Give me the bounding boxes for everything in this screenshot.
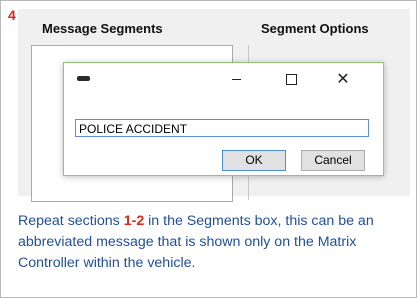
ok-button[interactable]: OK — [222, 150, 286, 171]
app-logo-icon — [77, 76, 90, 81]
dialog-titlebar[interactable]: ✕ — [64, 63, 383, 95]
maximize-icon — [285, 73, 297, 85]
segment-input-dialog: ✕ POLICE ACCIDENT OK Cancel — [63, 62, 384, 176]
minimize-icon — [231, 78, 241, 80]
segment-options-header: Segment Options — [261, 21, 369, 36]
segment-text-input[interactable]: POLICE ACCIDENT — [75, 119, 369, 137]
minimize-button[interactable] — [221, 69, 251, 89]
close-icon: ✕ — [336, 71, 350, 88]
close-button[interactable]: ✕ — [328, 69, 358, 89]
maximize-button[interactable] — [276, 69, 306, 89]
section-number-1: 1 — [123, 213, 132, 229]
app-screenshot: Message Segments Segment Options ✕ POLIC… — [18, 9, 410, 202]
cancel-button[interactable]: Cancel — [301, 150, 365, 171]
caption-text-start: Repeat sections — [18, 213, 124, 229]
message-segments-header: Message Segments — [42, 21, 163, 36]
instruction-card: 4 Message Segments Segment Options ✕ POL… — [0, 0, 417, 298]
step-number: 4 — [8, 7, 16, 23]
instruction-caption: Repeat sections 1-2 in the Segments box,… — [18, 211, 410, 274]
